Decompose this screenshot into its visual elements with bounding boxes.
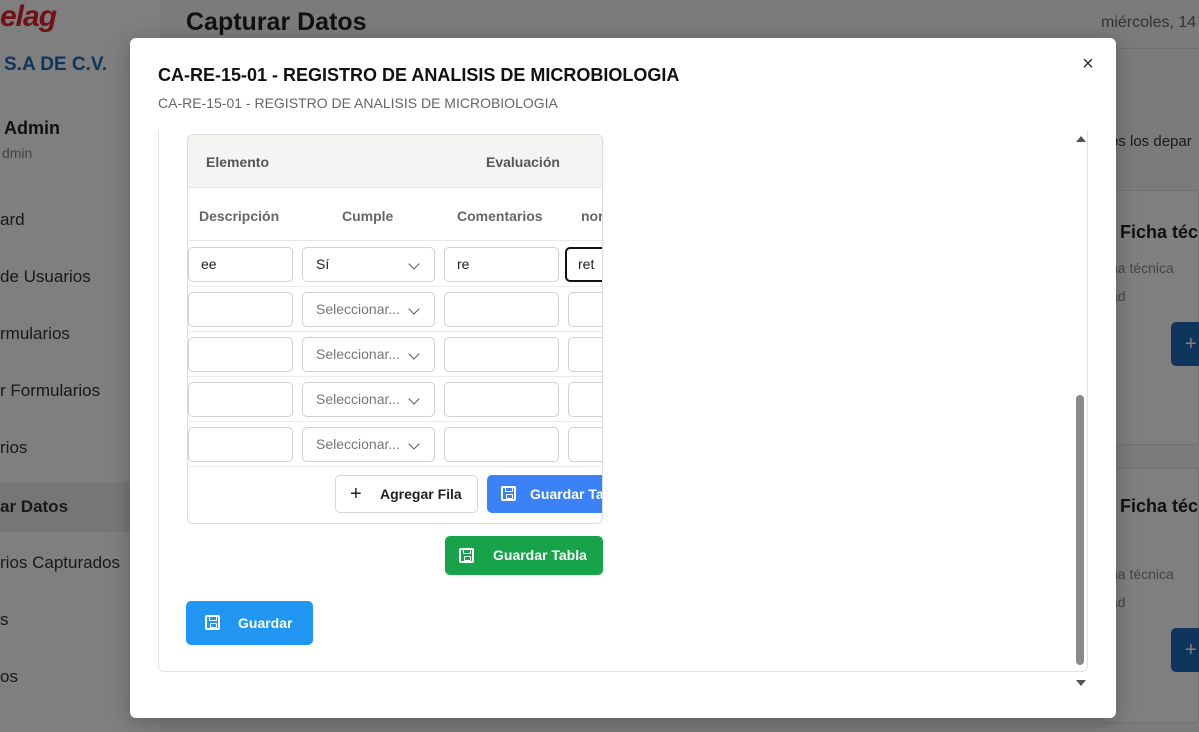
table-row: Seleccionar... (188, 332, 602, 377)
table-group-header: Elemento Evaluación (188, 135, 602, 188)
add-row-label: Agregar Fila (380, 486, 462, 502)
comentarios-input[interactable]: re (444, 247, 559, 282)
chevron-down-icon (408, 393, 420, 405)
comentarios-input[interactable] (444, 427, 559, 462)
chevron-down-icon (408, 303, 420, 315)
table-row: ee Sí re ret (188, 242, 602, 287)
save-table-inner-button[interactable]: Guardar Ta (487, 475, 603, 513)
scroll-thumb[interactable] (1076, 395, 1084, 665)
comentarios-input[interactable] (444, 382, 559, 417)
chevron-down-icon (408, 258, 420, 270)
modal-body: Elemento Evaluación Descripción Cumple C… (158, 130, 1088, 672)
nombre-input[interactable] (568, 382, 602, 417)
descripcion-input[interactable] (188, 427, 293, 462)
modal-subtitle: CA-RE-15-01 - REGISTRO DE ANALISIS DE MI… (158, 95, 558, 111)
scroll-down-arrow-icon[interactable] (1076, 680, 1086, 686)
column-header-cumple: Cumple (342, 208, 394, 224)
group-header-elemento: Elemento (206, 154, 270, 170)
plus-icon: + (350, 483, 362, 505)
capture-modal: CA-RE-15-01 - REGISTRO DE ANALISIS DE MI… (130, 38, 1116, 718)
scroll-up-arrow-icon[interactable] (1076, 136, 1086, 142)
save-table-label: Guardar Tabla (493, 547, 587, 563)
cumple-select[interactable]: Seleccionar... (302, 427, 435, 462)
comentarios-input[interactable] (444, 292, 559, 327)
chevron-down-icon (408, 348, 420, 360)
cumple-select-placeholder: Seleccionar... (316, 346, 401, 362)
data-table: Elemento Evaluación Descripción Cumple C… (187, 134, 603, 524)
cumple-select-placeholder: Seleccionar... (316, 391, 401, 407)
column-header-descripcion: Descripción (199, 208, 280, 224)
column-header-comentarios: Comentarios (457, 208, 543, 224)
descripcion-input[interactable] (188, 337, 293, 372)
add-row-button[interactable]: + Agregar Fila (335, 475, 478, 513)
cumple-select[interactable]: Seleccionar... (302, 292, 435, 327)
cumple-select[interactable]: Seleccionar... (302, 382, 435, 417)
save-table-inner-label: Guardar Ta (530, 486, 603, 502)
save-icon (205, 615, 220, 630)
modal-title: CA-RE-15-01 - REGISTRO DE ANALISIS DE MI… (158, 65, 680, 85)
descripcion-input[interactable]: ee (188, 247, 293, 282)
table-row: Seleccionar... (188, 287, 602, 332)
nombre-input[interactable]: ret (565, 247, 602, 282)
cumple-select-placeholder: Seleccionar... (316, 436, 401, 452)
nombre-input[interactable] (568, 427, 602, 462)
table-row: Seleccionar... (188, 377, 602, 422)
table-footer: + Agregar Fila Guardar Ta (188, 467, 603, 523)
descripcion-input[interactable] (188, 292, 293, 327)
cumple-select[interactable]: Seleccionar... (302, 337, 435, 372)
nombre-input[interactable] (568, 337, 602, 372)
save-table-button[interactable]: Guardar Tabla (445, 536, 603, 575)
save-button[interactable]: Guardar (186, 601, 313, 645)
column-header-nombre: nor (581, 208, 603, 224)
save-label: Guardar (238, 615, 293, 631)
group-header-evaluacion: Evaluación (486, 154, 560, 170)
descripcion-input[interactable] (188, 382, 293, 417)
close-icon[interactable]: × (1078, 54, 1098, 74)
table-column-header: Descripción Cumple Comentarios nor (188, 189, 602, 241)
comentarios-input[interactable] (444, 337, 559, 372)
cumple-select-value: Sí (316, 256, 330, 272)
cumple-select[interactable]: Sí (302, 247, 435, 282)
save-icon (501, 486, 516, 501)
chevron-down-icon (408, 438, 420, 450)
cumple-select-placeholder: Seleccionar... (316, 301, 401, 317)
table-row: Seleccionar... (188, 422, 602, 467)
nombre-input[interactable] (568, 292, 602, 327)
modal-scrollbar[interactable] (1072, 130, 1088, 690)
save-icon (459, 548, 474, 563)
